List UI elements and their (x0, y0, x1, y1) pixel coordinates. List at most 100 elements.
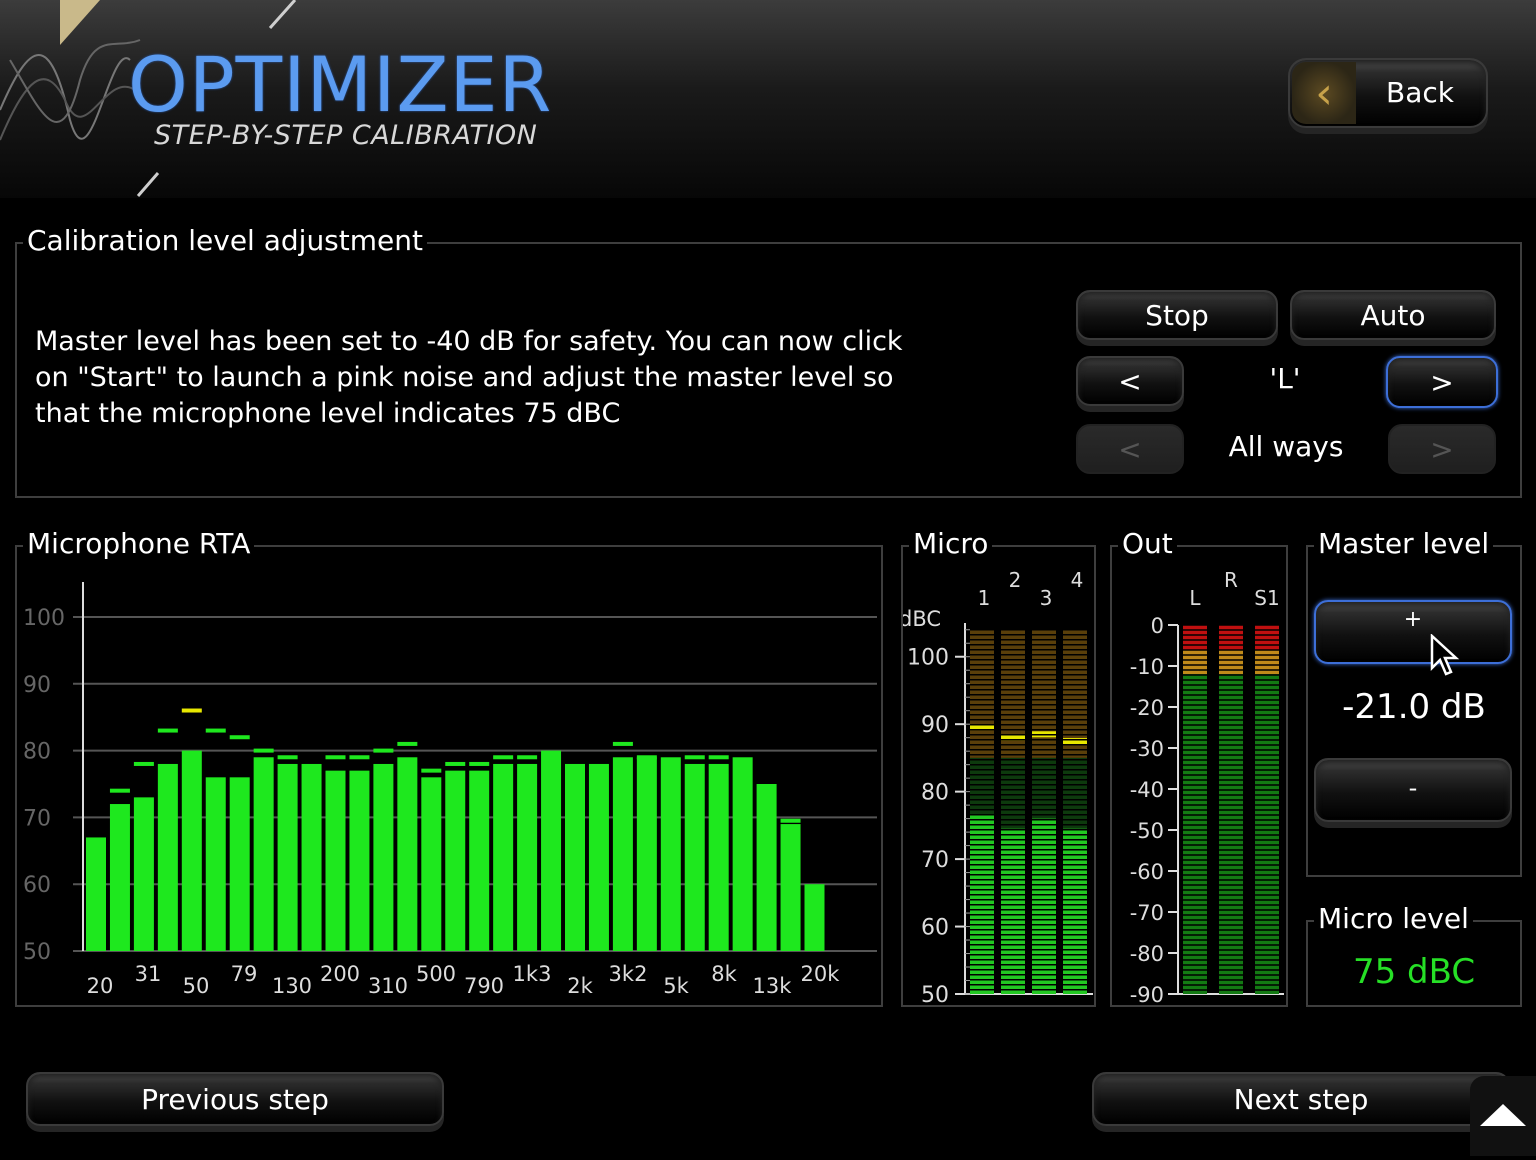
rta-panel-title: Microphone RTA (23, 527, 255, 560)
master-minus-label: - (1408, 774, 1418, 802)
rta-x-tick-label: 130 (272, 974, 312, 998)
rta-bar (541, 750, 562, 951)
rta-x-tick-label: 200 (320, 962, 360, 986)
out-y-tick-label: -20 (1130, 696, 1164, 720)
rta-bar (732, 757, 753, 951)
out-y-tick-label: -30 (1130, 737, 1164, 761)
triangle-up-icon (1480, 1104, 1526, 1126)
prev-way-button[interactable]: < (1076, 424, 1184, 474)
channel-label: 'L' (1269, 362, 1301, 395)
rta-bar (181, 750, 202, 951)
master-plus-button[interactable]: + (1314, 600, 1512, 664)
rta-bar (205, 777, 226, 951)
rta-peak-marker (493, 755, 514, 760)
rta-bar (684, 763, 705, 951)
rta-y-tick-label: 90 (23, 673, 51, 698)
prev-channel-button[interactable]: < (1076, 356, 1184, 406)
back-button-label: Back (1386, 76, 1454, 109)
rta-bar (493, 763, 514, 951)
rta-bar (660, 757, 681, 951)
rta-x-tick-label: 50 (183, 974, 210, 998)
back-button[interactable]: ‹ Back (1288, 58, 1488, 128)
rta-x-tick-label: 8k (711, 962, 737, 986)
rta-peak-marker (181, 708, 202, 713)
rta-peak-marker (421, 768, 442, 773)
micro-channel-label: 4 (1071, 568, 1084, 592)
rta-bar (517, 763, 538, 951)
rta-y-tick-label: 70 (23, 806, 51, 831)
out-channel-label: R (1224, 568, 1238, 592)
rta-peak-marker (109, 788, 130, 793)
rta-peak-marker (325, 755, 346, 760)
micro-y-tick-label: 80 (921, 781, 949, 806)
master-plus-label: + (1403, 606, 1423, 632)
out-channel-label: S1 (1254, 586, 1279, 610)
out-y-tick-label: -40 (1130, 778, 1164, 802)
rta-y-tick-label: 100 (23, 606, 65, 631)
master-level-value: -21.0 dB (1342, 687, 1486, 727)
micro-meter-bg-upper (1032, 629, 1056, 758)
app-logo-title: OPTIMIZER (128, 40, 553, 129)
header: OPTIMIZER STEP-BY-STEP CALIBRATION ‹ Bac… (0, 0, 1536, 198)
rta-peak-marker (708, 755, 729, 760)
calibration-panel-title: Calibration level adjustment (23, 224, 427, 257)
rta-peak-marker (780, 818, 801, 823)
rta-x-tick-label: 31 (135, 962, 162, 986)
rta-bar (780, 824, 801, 951)
rta-peak-marker (397, 741, 418, 746)
rta-bar (421, 777, 442, 951)
micro-y-tick-label: 60 (921, 916, 949, 941)
rta-peak-marker (636, 755, 657, 760)
micro-level-panel: Micro level 75 dBC (1306, 902, 1522, 1007)
rta-y-tick-label: 50 (23, 940, 51, 965)
micro-y-tick-label: 70 (921, 848, 949, 873)
micro-panel-title: Micro (909, 527, 993, 560)
rta-bar (756, 784, 777, 951)
rta-bar (109, 804, 130, 951)
rta-bar (133, 797, 154, 951)
rta-bar (373, 763, 394, 951)
micro-channel-label: 2 (1009, 568, 1022, 592)
rta-bar (349, 770, 370, 951)
rta-bar (397, 757, 418, 951)
rta-bar (445, 770, 466, 951)
rta-peak-marker (612, 741, 633, 746)
scroll-up-button[interactable] (1470, 1076, 1536, 1156)
next-step-button[interactable]: Next step (1092, 1072, 1510, 1126)
rta-chart: 50 60 70 80 90 100 20 31 50 79 130 200 310 500 790 1k3 2… (23, 582, 877, 998)
way-label: All ways (1228, 430, 1344, 463)
master-level-title: Master level (1314, 527, 1494, 560)
rta-bar (708, 763, 729, 951)
rta-x-tick-label: 500 (416, 962, 456, 986)
rta-x-tick-label: 13k (753, 974, 793, 998)
auto-button[interactable]: Auto (1290, 290, 1496, 340)
stop-button[interactable]: Stop (1076, 290, 1278, 340)
micro-y-tick-label: 90 (921, 713, 949, 738)
rta-bar (565, 763, 585, 951)
out-meter-red (1183, 625, 1207, 650)
next-channel-button[interactable]: > (1386, 356, 1498, 408)
out-channel-label: L (1189, 586, 1201, 610)
next-way-button[interactable]: > (1388, 424, 1496, 474)
out-y-tick-label: -80 (1130, 942, 1164, 966)
micro-y-tick-label: 50 (921, 983, 949, 1005)
rta-peak-marker (277, 755, 298, 760)
micro-unit-label: dBC (903, 607, 941, 631)
rta-peak-marker (157, 728, 178, 733)
rta-peak-marker (205, 728, 226, 733)
master-minus-button[interactable]: - (1314, 758, 1512, 822)
out-meter-level (1183, 674, 1207, 994)
rta-y-tick-label: 80 (23, 740, 51, 765)
rta-peak-marker (445, 761, 466, 766)
rta-bar (325, 770, 346, 951)
rta-x-tick-label: 3k2 (609, 962, 648, 986)
out-meter-level (1255, 674, 1279, 994)
previous-step-button[interactable]: Previous step (26, 1072, 444, 1126)
out-meter-chart: 0 -10 -20 -30 -40 -50 -60 -70 -80 -90 LR S1 (1130, 568, 1284, 1005)
out-y-tick-label: -50 (1130, 819, 1164, 843)
rta-peak-marker (253, 748, 274, 753)
master-level-panel: Master level -21.0 dB (1306, 527, 1522, 877)
rta-peak-marker (349, 755, 370, 760)
rta-bar (301, 763, 322, 951)
mouse-cursor-icon (1430, 634, 1460, 676)
